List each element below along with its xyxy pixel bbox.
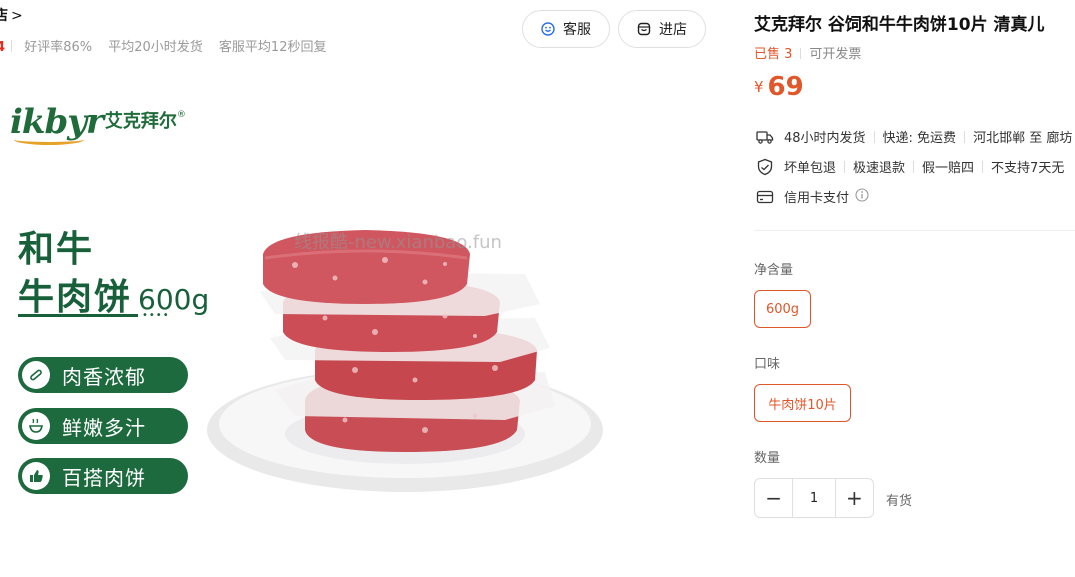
- flavor-label: 口味: [754, 357, 781, 372]
- feature-badge-versatile: 百搭肉饼: [18, 458, 188, 494]
- stock-status: 有货: [886, 494, 913, 509]
- credit-card-icon: [756, 188, 774, 206]
- guarantee-info-row[interactable]: 坏单包退 极速退款 假一赔四 不支持7天无: [756, 157, 1064, 176]
- quantity-decrease-button[interactable]: −: [755, 479, 792, 517]
- price: ¥69: [754, 72, 804, 102]
- sales-row: 已售 3 可开发票: [754, 43, 861, 62]
- enter-store-button[interactable]: 进店: [618, 10, 706, 48]
- headline-beef-patty: 牛肉饼 600g: [18, 277, 210, 318]
- store-name-link[interactable]: 店 >: [0, 5, 23, 25]
- store-name: 店: [0, 8, 8, 24]
- guarantee-fast-refund: 极速退款: [853, 161, 906, 176]
- brand-logo-cn: 艾克拜尔: [104, 111, 177, 132]
- feature-badge-aroma: 肉香浓郁: [18, 357, 188, 393]
- thumbs-up-icon: [22, 462, 50, 490]
- quantity-input[interactable]: 1: [792, 479, 836, 517]
- option-net-content-600g[interactable]: 600g: [754, 290, 811, 328]
- ship-fee: 快递: 免运费: [882, 131, 957, 146]
- store-rating-mark: 4: [0, 40, 6, 55]
- chat-bubble-icon: [541, 22, 555, 36]
- ship-route: 河北邯郸 至 廊坊: [973, 131, 1073, 146]
- customer-service-button[interactable]: 客服: [522, 10, 610, 48]
- store-stat-shipping-time: 平均20小时发货: [108, 40, 203, 55]
- invoice-available: 可开发票: [809, 47, 862, 62]
- product-title: 艾克拜尔 谷饲和牛牛肉饼10片 清真儿: [754, 15, 1045, 35]
- sold-count: 已售 3: [754, 47, 793, 62]
- product-main-image[interactable]: ikbyr 艾克拜尔® 和牛 牛肉饼 600g •••• 肉香浓郁 鲜嫩多汁 百搭肉…: [0, 70, 720, 550]
- credit-card-payment: 信用卡支付: [784, 191, 850, 206]
- guarantee-fake-compensation: 假一赔四: [922, 161, 975, 176]
- ship-time: 48小时内发货: [784, 131, 866, 146]
- truck-icon: [756, 128, 774, 146]
- store-stat-reply-time: 客服平均12秒回复: [218, 40, 327, 55]
- store-stat-positive-rate: 好评率86%: [24, 40, 93, 55]
- guarantee-no-7day-return: 不支持7天无: [991, 161, 1065, 176]
- chevron-right-icon: >: [11, 8, 23, 24]
- info-icon[interactable]: [855, 187, 869, 206]
- shield-handshake-icon: [756, 158, 774, 176]
- beef-patty-stack-illustration: [207, 230, 603, 492]
- headline-underline: [18, 314, 138, 317]
- quantity-label: 数量: [754, 451, 781, 466]
- store-stats: 4 好评率86% 平均20小时发货 客服平均12秒回复: [0, 36, 338, 55]
- quantity-stepper: − 1 +: [754, 478, 874, 518]
- watermark-text: 线报酷-new.xianbao.fun: [294, 232, 502, 253]
- feature-badge-juicy: 鲜嫩多汁: [18, 408, 188, 444]
- section-divider: [754, 230, 1075, 231]
- spoon-icon: [22, 361, 50, 389]
- guarantee-bad-refund: 坏单包退: [784, 161, 837, 176]
- bowl-icon: [22, 412, 50, 440]
- brand-swoosh-decoration: [14, 134, 84, 145]
- payment-info-row: 信用卡支付: [756, 187, 869, 206]
- shipping-info-row: 48小时内发货 快递: 免运费 河北邯郸 至 廊坊: [756, 127, 1072, 146]
- price-value: 69: [767, 72, 804, 102]
- enter-store-label: 进店: [659, 22, 687, 38]
- quantity-increase-button[interactable]: +: [836, 479, 873, 517]
- currency-symbol: ¥: [754, 78, 764, 96]
- headline-wagyu: 和牛: [18, 229, 95, 270]
- headline-dots: ••••: [142, 310, 170, 321]
- option-flavor-beef-patty-10[interactable]: 牛肉饼10片: [754, 384, 851, 422]
- store-icon: [637, 22, 651, 36]
- net-content-label: 净含量: [754, 263, 794, 278]
- customer-service-label: 客服: [563, 22, 591, 38]
